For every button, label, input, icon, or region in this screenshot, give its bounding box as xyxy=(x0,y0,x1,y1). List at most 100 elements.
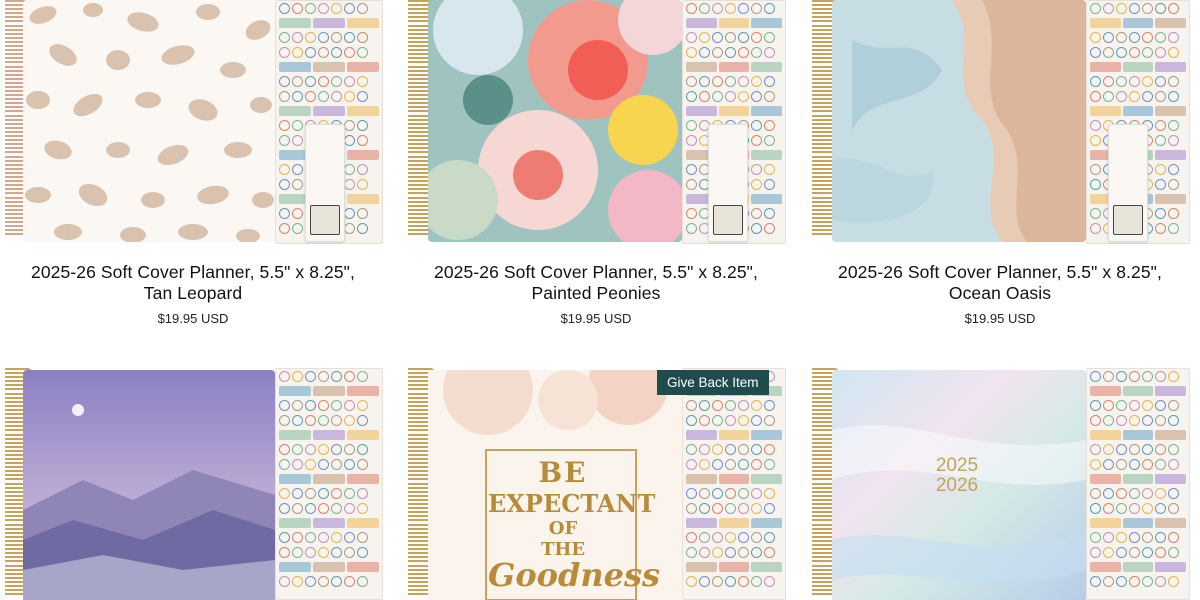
sticker-tab xyxy=(347,62,379,72)
sticker-dot xyxy=(764,32,775,43)
sticker-dot xyxy=(1129,415,1140,426)
product-title[interactable]: 2025-26 Soft Cover Planner, 5.5" x 8.25"… xyxy=(810,262,1190,304)
sticker-dot xyxy=(712,415,723,426)
sticker-dot xyxy=(344,3,355,14)
product-price: $19.95 USD xyxy=(560,311,632,326)
product-title-line-2[interactable]: Painted Peonies xyxy=(406,283,786,304)
sticker-dot xyxy=(764,415,775,426)
sticker-row xyxy=(276,442,382,457)
sticker-row xyxy=(1087,16,1189,30)
sticker-dot xyxy=(279,47,290,58)
sticker-tab xyxy=(1155,562,1187,572)
sticker-dot xyxy=(305,32,316,43)
sticker-dot xyxy=(1129,76,1140,87)
sticker-row xyxy=(683,1,785,16)
sticker-row xyxy=(683,560,785,574)
sticker-dot xyxy=(738,547,749,558)
sticker-dot xyxy=(305,532,316,543)
sticker-dot xyxy=(1168,135,1179,146)
sticker-dot xyxy=(751,76,762,87)
sticker-dot xyxy=(1090,47,1101,58)
sticker-dot xyxy=(1142,444,1153,455)
sticker-dot xyxy=(279,444,290,455)
sticker-row xyxy=(683,45,785,60)
sticker-dot xyxy=(344,164,355,175)
sticker-row xyxy=(683,457,785,472)
sticker-row xyxy=(276,89,382,104)
sticker-tab xyxy=(347,150,379,160)
product-price: $19.95 USD xyxy=(964,311,1036,326)
product-price: $19.95 USD xyxy=(157,311,229,326)
sticker-dot xyxy=(1116,532,1127,543)
sticker-dot xyxy=(725,47,736,58)
sticker-dot xyxy=(686,91,697,102)
sticker-row xyxy=(276,486,382,501)
sticker-row xyxy=(683,413,785,428)
sticker-dot xyxy=(292,400,303,411)
sticker-tab xyxy=(751,106,783,116)
sticker-dot xyxy=(305,371,316,382)
sticker-dot xyxy=(344,179,355,190)
sticker-tab xyxy=(1122,18,1154,28)
sticker-tab xyxy=(1122,562,1154,572)
sticker-dot xyxy=(1103,444,1114,455)
sticker-dot xyxy=(725,576,736,587)
sticker-dot xyxy=(725,547,736,558)
sticker-dot xyxy=(738,488,749,499)
product-title-line-1[interactable]: 2025-26 Soft Cover Planner, 5.5" x 8.25"… xyxy=(3,262,383,283)
sticker-dot xyxy=(305,415,316,426)
sticker-dot xyxy=(1090,164,1101,175)
product-image[interactable] xyxy=(3,0,383,244)
sticker-dot xyxy=(1168,47,1179,58)
sticker-dot xyxy=(357,32,368,43)
sticker-dot xyxy=(331,91,342,102)
product-title-line-1[interactable]: 2025-26 Soft Cover Planner, 5.5" x 8.25"… xyxy=(406,262,786,283)
product-title-line-1[interactable]: 2025-26 Soft Cover Planner, 5.5" x 8.25"… xyxy=(810,262,1190,283)
sticker-dot xyxy=(331,459,342,470)
sticker-dot xyxy=(331,503,342,514)
sticker-tab xyxy=(686,62,717,72)
sticker-dot xyxy=(686,444,697,455)
product-title[interactable]: 2025-26 Soft Cover Planner, 5.5" x 8.25"… xyxy=(3,262,383,304)
sticker-dot xyxy=(357,415,368,426)
sticker-dot xyxy=(1155,459,1166,470)
sticker-dot xyxy=(279,32,290,43)
sticker-dot xyxy=(712,47,723,58)
product-image[interactable] xyxy=(3,368,383,600)
product-title-line-2[interactable]: Ocean Oasis xyxy=(810,283,1190,304)
sticker-dot xyxy=(1142,91,1153,102)
product-image[interactable] xyxy=(406,0,786,244)
sticker-dot xyxy=(699,503,710,514)
sticker-dot xyxy=(751,444,762,455)
sticker-dot xyxy=(1129,444,1140,455)
sticker-tab xyxy=(1155,106,1187,116)
sticker-dot xyxy=(751,576,762,587)
product-image[interactable]: 2025 2026 xyxy=(810,368,1190,600)
sticker-dot xyxy=(344,76,355,87)
sticker-dot xyxy=(1090,91,1101,102)
product-title[interactable]: 2025-26 Soft Cover Planner, 5.5" x 8.25"… xyxy=(406,262,786,304)
sticker-dot xyxy=(318,415,329,426)
sticker-tab xyxy=(313,106,345,116)
sticker-dot xyxy=(1168,371,1179,382)
sticker-tab xyxy=(279,386,311,396)
sticker-dot xyxy=(1103,415,1114,426)
sticker-dot xyxy=(318,32,329,43)
sticker-tab xyxy=(1090,474,1121,484)
product-title-line-2[interactable]: Tan Leopard xyxy=(3,283,383,304)
sticker-dot xyxy=(738,400,749,411)
sticker-tab xyxy=(751,518,783,528)
ocean-watercolor xyxy=(832,0,1086,242)
product-image[interactable]: BE EXPECTANT OF THE Goodness Give Back I… xyxy=(406,368,786,600)
sticker-dot xyxy=(292,135,303,146)
sticker-dot xyxy=(712,32,723,43)
sticker-dot xyxy=(1168,400,1179,411)
sticker-dot xyxy=(1168,532,1179,543)
sticker-dot xyxy=(344,444,355,455)
cover-year: 2025 2026 xyxy=(932,456,982,496)
sticker-dot xyxy=(764,444,775,455)
sticker-row xyxy=(1087,472,1189,486)
sticker-dot xyxy=(344,120,355,131)
sticker-dot xyxy=(712,576,723,587)
product-image[interactable] xyxy=(810,0,1190,244)
